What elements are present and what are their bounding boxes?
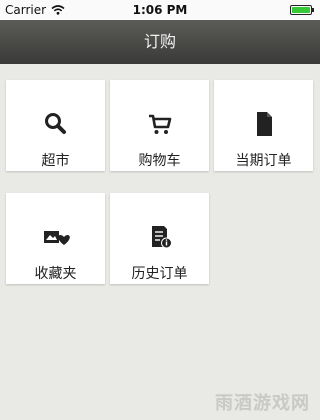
tile-supermarket[interactable]: 超市: [6, 80, 105, 171]
tile-label: 收藏夹: [34, 266, 77, 282]
document-icon: [256, 112, 272, 136]
favorites-icon: [43, 231, 70, 245]
watermark: 雨酒游戏网: [215, 393, 310, 414]
page-title: 订购: [143, 32, 176, 51]
status-bar: Carrier 1:06 PM: [0, 0, 320, 20]
tile-label: 超市: [41, 153, 70, 169]
tile-favorites[interactable]: 收藏夹: [6, 193, 105, 284]
tile-label: 历史订单: [131, 266, 188, 282]
app-screen: Carrier 1:06 PM 订购 超市 购物车 当期订单 收藏夹 历史订单 …: [0, 0, 320, 420]
tile-label: 当期订单: [235, 153, 292, 169]
tile-current-orders[interactable]: 当期订单: [214, 80, 313, 171]
cart-icon: [148, 114, 171, 134]
search-icon: [44, 113, 66, 134]
tile-cart[interactable]: 购物车: [110, 80, 209, 171]
history-order-icon: [151, 226, 172, 249]
status-time: 1:06 PM: [132, 3, 188, 17]
tile-order-history[interactable]: 历史订单: [110, 193, 209, 284]
battery-icon: [290, 5, 314, 15]
nav-bar: 订购: [0, 20, 320, 64]
tile-label: 购物车: [138, 153, 181, 169]
